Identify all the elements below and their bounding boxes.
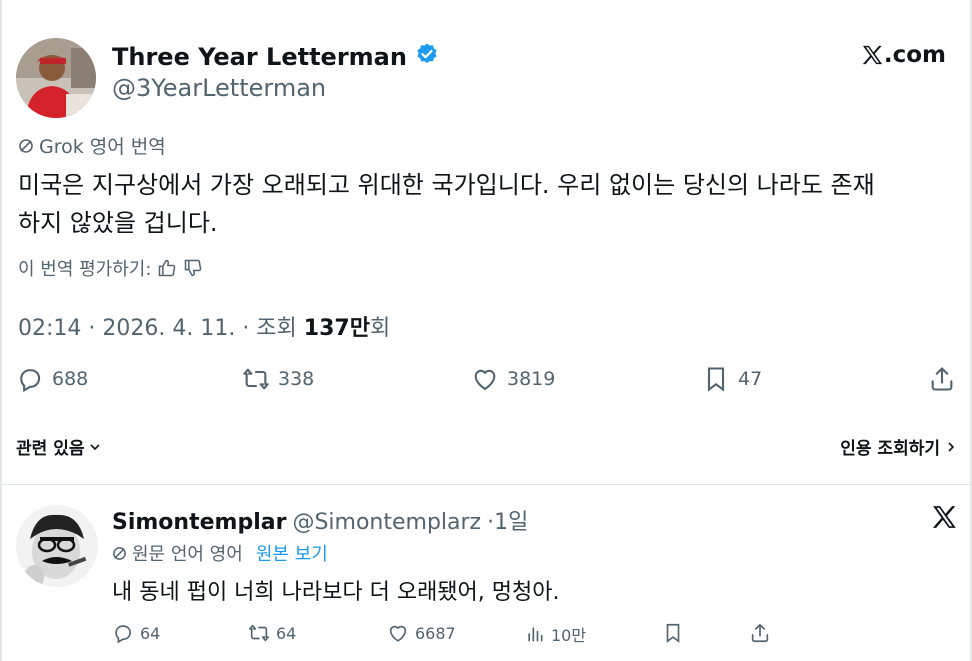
left-border [0,0,2,661]
bookmark-count: 47 [738,368,763,390]
x-logo-icon [862,45,882,65]
bookmark-icon [707,367,725,392]
reply-time[interactable]: ·1일 [487,504,528,536]
verified-badge-icon [415,42,439,72]
divider [0,484,972,485]
reply-count: 688 [52,368,89,390]
thumbs-up-icon[interactable] [157,258,177,278]
reply-like-count: 6687 [415,623,456,643]
reply-avatar[interactable] [16,505,98,587]
reply-author-handle[interactable]: @Simontemplarz [292,510,481,535]
reply-share-button[interactable] [749,622,771,644]
reply-icon [115,625,131,644]
x-logo-icon [932,506,956,528]
view-original-link[interactable]: 원본 보기 [256,540,328,566]
like-button[interactable]: 3819 [471,365,555,393]
author-name[interactable]: Three Year Letterman [112,42,439,72]
repost-icon [243,368,269,390]
repost-icon [249,624,269,642]
reply-translation-info: 원문 언어 영어 원본 보기 [112,540,328,566]
bookmark-button[interactable]: 47 [702,365,762,393]
x-logo [932,505,958,533]
reply-lang-label: 원문 언어 영어 [132,544,243,565]
reply-button[interactable]: 688 [16,365,88,393]
tweet-body-line: 미국은 지구상에서 가장 오래되고 위대한 국가입니다. 우리 없이는 당신의 … [18,171,875,199]
repost-count: 338 [278,368,315,390]
reply-reply-button[interactable]: 64 [112,622,160,644]
chevron-right-icon [948,441,955,452]
tweet-body-line: 하지 않았을 겁니다. [18,209,218,237]
heart-icon [474,369,496,391]
reply-author: Simontemplar @Simontemplarz ·1일 [112,504,528,536]
grok-icon [19,138,33,153]
share-icon [931,367,953,391]
timestamp[interactable]: 02:14 · 2026. 4. 11. · 조회 [18,316,304,341]
share-icon [751,623,769,643]
translation-label-text: Grok 영어 번역 [39,136,166,158]
thumbs-down-icon[interactable] [183,258,203,278]
reply-repost-button[interactable]: 64 [248,622,296,644]
rate-translation-label: 이 번역 평가하기: [18,259,152,280]
reply-icon [20,369,41,393]
author-name-text[interactable]: Three Year Letterman [112,43,407,71]
avatar[interactable] [16,38,96,118]
related-label: 관련 있음 [16,439,85,459]
x-com-logo: .com [862,42,946,68]
tweet-body: 미국은 지구상에서 가장 오래되고 위대한 국가입니다. 우리 없이는 당신의 … [18,166,958,242]
reply-author-name[interactable]: Simontemplar [112,510,286,535]
reply-reply-count: 64 [140,623,161,643]
chevron-down-icon [90,443,101,450]
view-count: 137만 [303,316,370,341]
reply-views-button[interactable]: 10만 [525,622,586,646]
rate-translation: 이 번역 평가하기: [18,255,203,281]
bookmark-icon [666,623,680,643]
share-button[interactable] [928,365,956,393]
related-toggle[interactable]: 관련 있음 [16,434,102,459]
reply-bookmark-button[interactable] [662,622,684,644]
reply-body: 내 동네 펍이 너희 나라보다 더 오래됐어, 멍청아. [112,580,560,605]
translate-icon [113,546,126,560]
view-quotes-label: 인용 조회하기 [840,439,940,459]
reply-repost-count: 64 [276,623,297,643]
reply-action-bar: 64 64 6687 10만 [112,622,792,648]
reply-like-button[interactable]: 6687 [387,622,456,644]
view-quotes-link[interactable]: 인용 조회하기 [840,434,958,459]
analytics-icon [528,627,543,642]
tweet-header: Three Year Letterman @3YearLetterman .co… [16,30,956,118]
heart-icon [389,625,407,642]
repost-button[interactable]: 338 [242,365,314,393]
translation-label: Grok 영어 번역 [18,132,166,159]
reply-view-count: 10만 [551,626,587,645]
like-count: 3819 [507,368,556,390]
x-com-text: .com [883,42,946,68]
view-suffix: 회 [369,316,391,341]
action-bar: 688 338 3819 47 [16,365,960,399]
tweet-meta: 02:14 · 2026. 4. 11. · 조회 137만회 [18,310,390,342]
author-handle[interactable]: @3YearLetterman [112,74,326,102]
